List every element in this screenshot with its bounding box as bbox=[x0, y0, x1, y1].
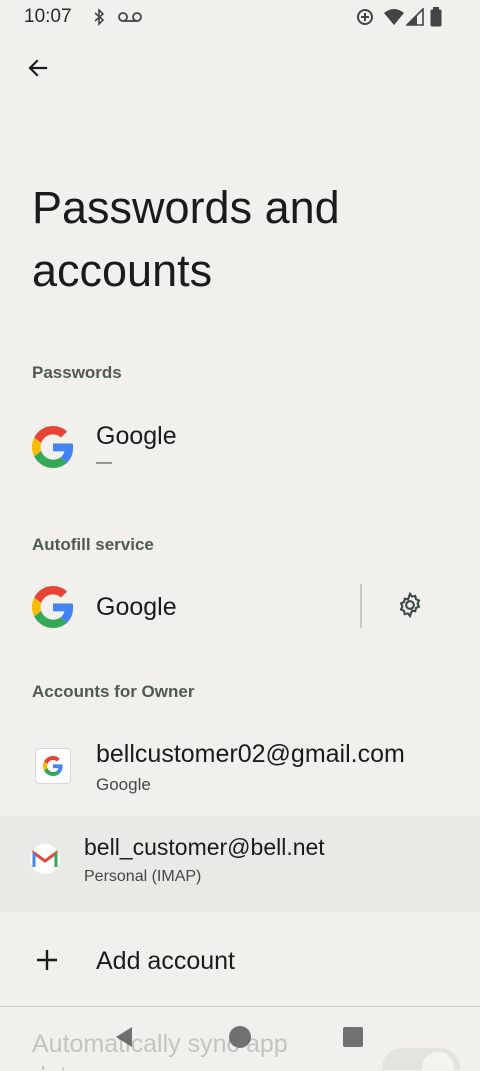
cell-signal-icon bbox=[405, 7, 424, 31]
navigation-bar bbox=[0, 1006, 480, 1071]
password-provider-google[interactable]: Google — bbox=[0, 400, 480, 496]
add-account-label: Add account bbox=[96, 947, 235, 975]
arrow-back-icon bbox=[26, 56, 50, 85]
back-button[interactable] bbox=[18, 50, 58, 90]
add-account-button[interactable]: Add account bbox=[0, 914, 480, 1004]
data-saver-icon bbox=[356, 8, 374, 31]
account-row[interactable]: bellcustomer02@gmail.com Google bbox=[0, 718, 480, 814]
gmail-icon bbox=[30, 844, 60, 874]
plus-icon bbox=[34, 947, 60, 978]
autofill-provider-google[interactable]: Google bbox=[0, 568, 356, 646]
password-provider-title: Google bbox=[96, 422, 177, 450]
gear-icon bbox=[396, 591, 424, 624]
autofill-section-header: Autofill service bbox=[32, 535, 154, 554]
nav-recents-icon[interactable] bbox=[342, 1026, 364, 1053]
status-bar: 10:07 bbox=[0, 0, 480, 34]
divider bbox=[360, 584, 362, 628]
account-type: Personal (IMAP) bbox=[84, 868, 202, 885]
account-email: bellcustomer02@gmail.com bbox=[96, 740, 405, 768]
nav-back-icon[interactable] bbox=[112, 1025, 136, 1054]
accounts-section-header: Accounts for Owner bbox=[32, 682, 195, 701]
google-g-icon bbox=[32, 586, 74, 628]
password-provider-subtitle: — bbox=[96, 454, 112, 471]
google-account-icon bbox=[35, 748, 71, 784]
wifi-icon bbox=[383, 8, 405, 31]
passwords-section-header: Passwords bbox=[32, 363, 122, 382]
autofill-settings-button[interactable] bbox=[386, 583, 434, 631]
account-email: bell_customer@bell.net bbox=[84, 834, 325, 860]
account-type: Google bbox=[96, 775, 151, 794]
nav-home-icon[interactable] bbox=[228, 1025, 252, 1054]
autofill-provider-title: Google bbox=[96, 593, 177, 621]
google-g-icon bbox=[32, 426, 74, 468]
status-time: 10:07 bbox=[24, 6, 72, 27]
voicemail-icon bbox=[118, 10, 142, 28]
account-row[interactable]: bell_customer@bell.net Personal (IMAP) bbox=[0, 816, 480, 912]
bluetooth-icon bbox=[92, 8, 106, 31]
page-title: Passwords and accounts bbox=[32, 182, 340, 296]
battery-icon bbox=[430, 7, 442, 32]
